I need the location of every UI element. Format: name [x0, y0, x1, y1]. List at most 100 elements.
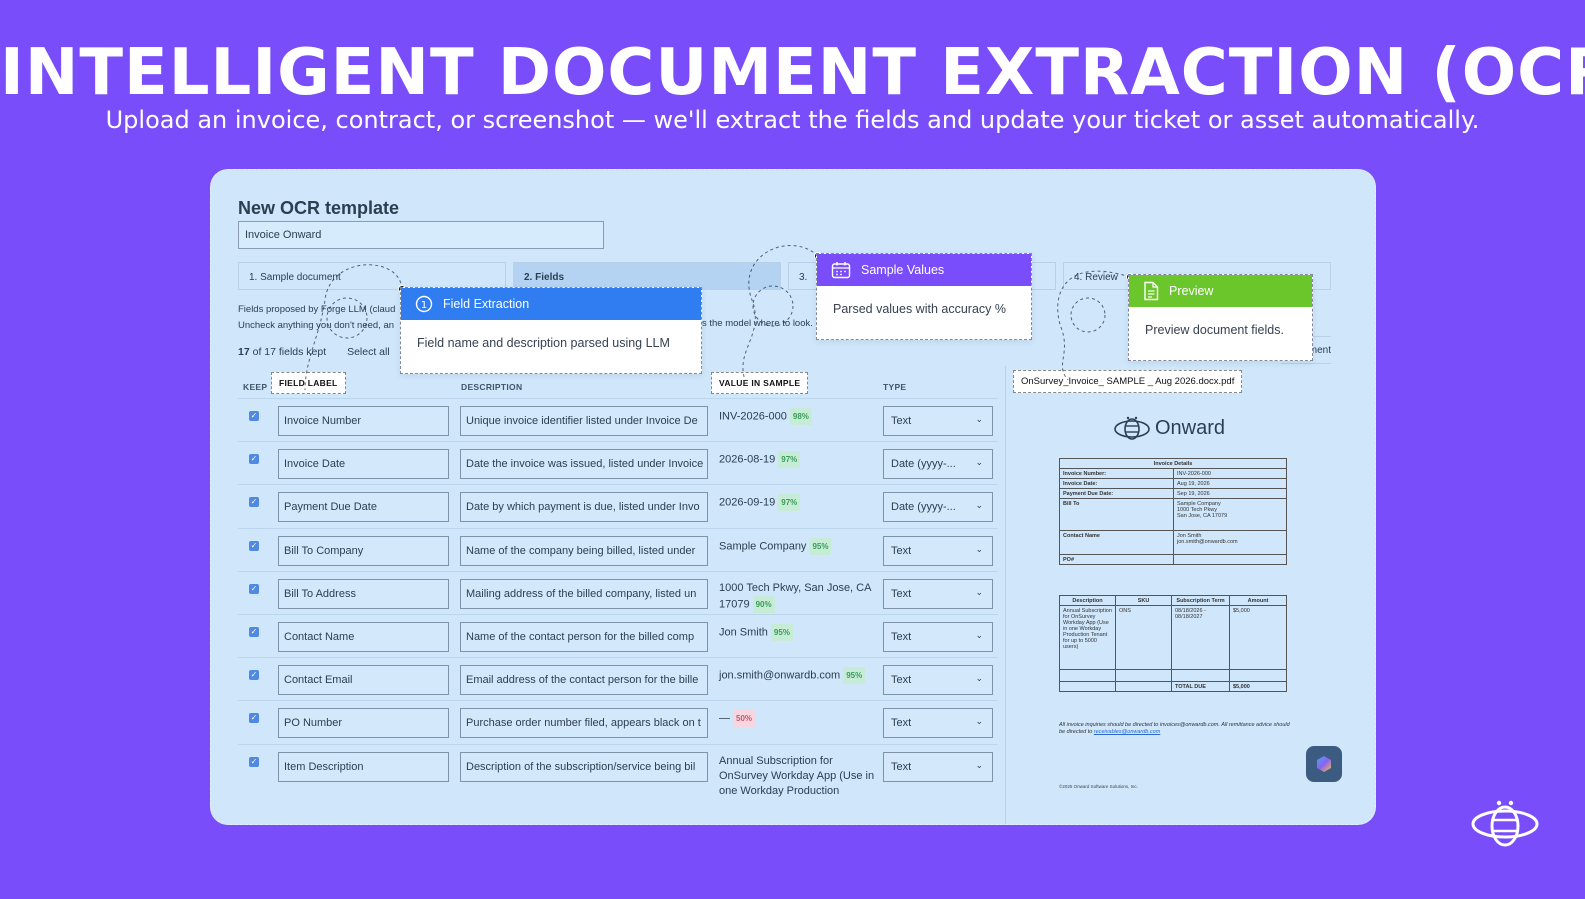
items-col-term: Subscription Term — [1171, 595, 1230, 606]
field-label-input[interactable]: Bill To Company — [278, 535, 449, 566]
field-description-input[interactable]: Name of the company being billed, listed… — [460, 535, 708, 566]
keep-checkbox[interactable]: ✓ — [249, 411, 259, 421]
items-col-amount: Amount — [1229, 595, 1287, 606]
callout-field-extraction-body: Field name and description parsed using … — [417, 336, 670, 350]
keep-checkbox[interactable]: ✓ — [249, 583, 259, 594]
field-label-input[interactable]: Invoice Number — [278, 406, 449, 436]
col-value-in-sample: VALUE IN SAMPLE — [711, 372, 809, 394]
onward-bee-logo — [1471, 800, 1539, 847]
col-field-label: FIELD LABEL — [271, 372, 346, 394]
col-type: TYPE — [883, 382, 907, 392]
keep-checkbox[interactable]: ✓ — [249, 454, 259, 465]
field-description-input[interactable]: Date the invoice was issued, listed unde… — [460, 449, 708, 480]
field-type-select[interactable]: Date (yyyy-... ⌄ — [883, 449, 993, 480]
chat-assistant-button[interactable] — [1306, 746, 1342, 782]
field-type-select[interactable]: Date (yyyy-... ⌄ — [883, 492, 993, 523]
callout-field-extraction-title: Field Extraction — [443, 297, 530, 311]
sample-value: 2026-09-19 97% — [719, 494, 879, 512]
total-value: $5,000 — [1229, 681, 1287, 692]
field-description-input[interactable]: Purchase order number filed, appears bla… — [460, 708, 708, 739]
field-description-input[interactable]: Date by which payment is due, listed und… — [460, 492, 708, 523]
sample-value: Annual Subscription for OnSurvey Workday… — [719, 754, 879, 799]
field-type-select[interactable]: Text ⌄ — [883, 578, 993, 609]
field-label-input[interactable]: Item Description — [278, 751, 449, 782]
invoice-detail-value: Jon Smith jon.smith@onwardb.com — [1173, 530, 1287, 555]
accuracy-badge: 98% — [789, 408, 812, 425]
field-type-select[interactable]: Text ⌄ — [883, 665, 993, 696]
col-keep: KEEP — [243, 382, 268, 392]
template-name-input[interactable]: Invoice Onward — [238, 221, 604, 249]
items-col-description: Description — [1059, 595, 1116, 606]
onward-logo-text: Onward — [1155, 416, 1226, 439]
item-description: Annual Subscription for OnSurvey Workday… — [1059, 605, 1116, 670]
preview-divider — [1005, 366, 1006, 824]
field-type-select[interactable]: Text ⌄ — [883, 751, 993, 782]
sample-value: Sample Company 95% — [719, 537, 879, 555]
fields-count-number: 17 — [238, 346, 250, 358]
keep-checkbox[interactable]: ✓ — [249, 756, 259, 767]
select-all-link[interactable]: Select all — [347, 346, 390, 358]
invoice-detail-label: PO# — [1059, 554, 1174, 565]
keep-checkbox[interactable]: ✓ — [249, 627, 259, 637]
invoice-footer-link[interactable]: receivables@onwardb.com — [1094, 729, 1160, 735]
field-label-input[interactable]: PO Number — [278, 708, 449, 739]
invoice-detail-row: Bill To Sample Company 1000 Tech Pkwy San… — [1059, 498, 1287, 531]
info-line-2-tail: s the model where to look. — [702, 318, 813, 329]
hero-subtitle: Upload an invoice, contract, or screensh… — [105, 106, 1480, 134]
invoice-details-table: Invoice Details Invoice Number: INV-2026-… — [1059, 458, 1287, 565]
field-type-value: Text — [891, 717, 912, 730]
sample-value-text: Sample Company — [719, 540, 807, 552]
field-description-input[interactable]: Name of the contact person for the bille… — [460, 622, 708, 652]
callout-preview-header: Preview — [1129, 275, 1312, 307]
checkbox-icon: ✓ — [250, 497, 258, 507]
checkbox-icon: ✓ — [250, 670, 258, 680]
checkbox-icon: ✓ — [250, 713, 258, 723]
items-col-sku: SKU — [1115, 595, 1172, 606]
keep-checkbox[interactable]: ✓ — [249, 713, 259, 724]
field-description-input[interactable]: Description of the subscription/service … — [460, 751, 708, 782]
sample-value-text: jon.smith@onwardb.com — [719, 669, 841, 682]
field-label-input[interactable]: Contact Name — [278, 622, 449, 652]
invoice-detail-row: PO# — [1059, 554, 1287, 565]
field-type-select[interactable]: Text ⌄ — [883, 708, 993, 739]
invoice-detail-label: Invoice Date: — [1059, 478, 1174, 489]
info-line-2: Uncheck anything you don't need, an — [238, 320, 395, 331]
field-type-select[interactable]: Text ⌄ — [883, 406, 993, 436]
accuracy-badge: 90% — [752, 595, 775, 613]
callout-preview-title: Preview — [1169, 284, 1214, 298]
chevron-down-icon: ⌄ — [975, 543, 983, 554]
table-row: ✓ Contact Email Email address of the conta… — [238, 658, 998, 701]
field-label-input[interactable]: Contact Email — [278, 665, 449, 696]
callout-field-extraction-header: 1 Field Extraction — [401, 288, 701, 320]
preview-file-name: OnSurvey_Invoice_ SAMPLE _ Aug 2026.docx… — [1013, 370, 1243, 393]
field-description-input[interactable]: Email address of the contact person for … — [460, 665, 708, 696]
field-type-value: Text — [891, 415, 912, 427]
sample-value: jon.smith@onwardb.com 95% — [719, 667, 879, 685]
keep-checkbox[interactable]: ✓ — [249, 540, 259, 551]
step-sample-document[interactable]: 1. Sample document — [238, 262, 506, 290]
sample-value: 1000 Tech Pkwy, San Jose, CA 17079 90% — [719, 581, 879, 613]
keep-checkbox[interactable]: ✓ — [249, 670, 259, 681]
document-icon — [1144, 281, 1159, 301]
info-text: Fields proposed by Forge LLM (claud Unch… — [238, 302, 395, 334]
page-title: New OCR template — [238, 198, 400, 218]
field-label-input[interactable]: Invoice Date — [278, 449, 449, 480]
fields-count: 17 of 17 fields kept Select all — [238, 346, 390, 358]
chevron-down-icon: ⌄ — [975, 586, 983, 597]
field-type-select[interactable]: Text ⌄ — [883, 535, 993, 566]
col-description: DESCRIPTION — [461, 382, 523, 392]
sample-value-text: 2026-09-19 — [719, 496, 776, 509]
field-label-input[interactable]: Bill To Address — [278, 578, 449, 609]
step-fields[interactable]: 2. Fields — [513, 262, 781, 290]
field-description-input[interactable]: Unique invoice identifier listed under I… — [460, 406, 708, 436]
table-row: ✓ Contact Name Name of the contact person … — [238, 615, 998, 658]
field-label-input[interactable]: Payment Due Date — [278, 492, 449, 523]
callout-sample-values: Sample Values Parsed values with accurac… — [816, 253, 1032, 340]
keep-checkbox[interactable]: ✓ — [249, 497, 259, 508]
chat-assistant-icon — [1317, 756, 1331, 772]
invoice-detail-value: Sep 19, 2026 — [1173, 488, 1287, 499]
field-description-input[interactable]: Mailing address of the billed company, l… — [460, 578, 708, 609]
accuracy-badge: 95% — [770, 624, 793, 641]
invoice-detail-value: Sample Company 1000 Tech Pkwy San Jose, … — [1173, 498, 1287, 531]
field-type-select[interactable]: Text ⌄ — [883, 622, 993, 652]
